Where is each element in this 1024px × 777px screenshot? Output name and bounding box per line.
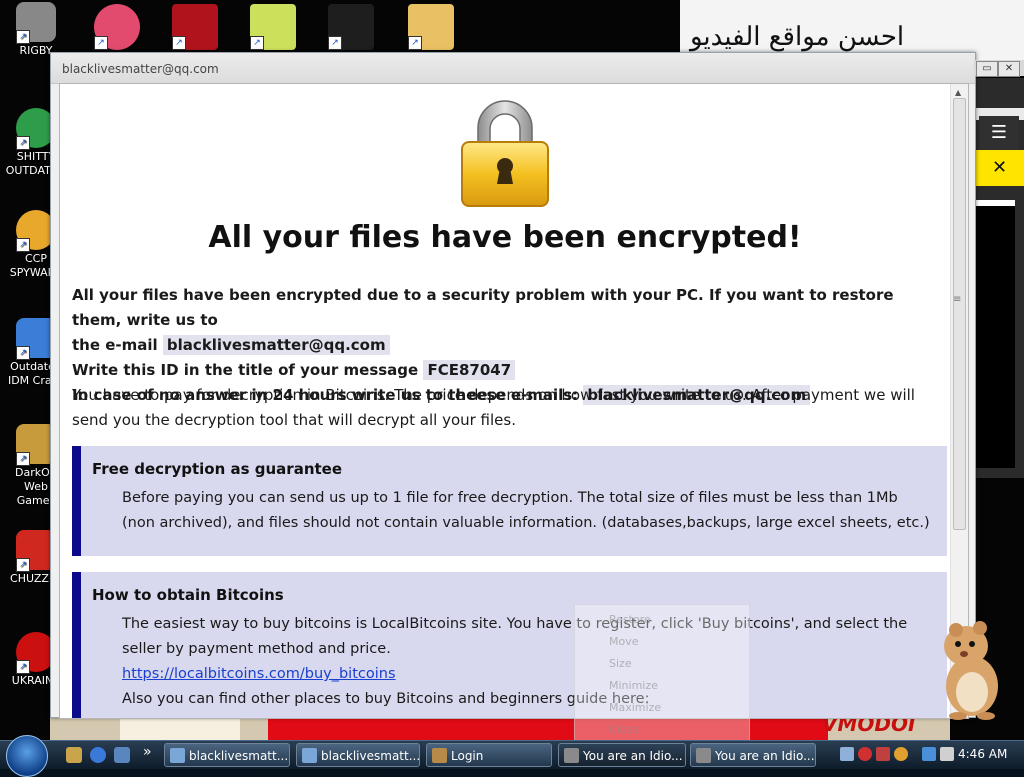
contact-email[interactable]: blacklivesmatter@qq.com [162,335,390,355]
taskbar-button[interactable]: blacklivesmatt... [296,743,420,767]
shortcut-arrow-icon: ↗ [328,36,342,50]
bitcoin-heading: How to obtain Bitcoins [92,586,284,604]
pinball-p-icon[interactable]: ↗ [94,4,140,50]
hamburger-menu-icon: ☰ [979,116,1019,150]
shortcut-arrow-icon: ↗ [16,238,30,252]
clock[interactable]: 4:46 AM [958,747,1007,761]
cmd-icon[interactable]: ↗ [328,4,374,50]
taskbar-app-icon [696,748,711,763]
bitcoin-box: How to obtain Bitcoins The easiest way t… [72,572,947,718]
intro-line-2: the e-mail [72,336,158,354]
taskbar-app-icon [564,748,579,763]
note-frame: All your files have been encrypted! All … [59,83,969,719]
background-browser-panel: ☰ ✕ [975,78,1024,478]
note-content: All your files have been encrypted! All … [60,84,950,718]
ie-icon[interactable] [90,747,106,763]
taskbar-app-icon [432,748,447,763]
tray-icon-1[interactable] [840,747,854,761]
shortcut-arrow-icon: ↗ [172,36,186,50]
victim-id[interactable]: FCE87047 [423,360,516,380]
free-decryption-heading: Free decryption as guarantee [92,460,343,478]
tray-icon-3[interactable] [876,747,890,761]
window-titlebar[interactable]: blacklivesmatter@qq.com [51,53,975,84]
headline: All your files have been encrypted! [208,220,802,255]
free-decryption-text: Before paying you can send us up to 1 fi… [122,490,930,531]
close-button[interactable]: ✕ [998,61,1020,77]
taskbar-button[interactable]: You are an Idio... [558,743,686,767]
shortcut-arrow-icon: ↗ [16,136,30,150]
taskbar: » blacklivesmatt... blacklivesmatt... Logi… [0,735,1024,777]
quicklaunch-overflow-icon[interactable]: » [143,744,152,760]
localbitcoins-link[interactable]: https://localbitcoins.com/buy_bitcoins [122,666,396,682]
taskbar-button-label: You are an Idio... [715,749,815,763]
shortcut-arrow-icon: ↗ [94,36,108,50]
restore-button[interactable]: ▭ [976,61,998,77]
scroll-grip-icon: ≡ [953,294,962,305]
faded-menu-item: Move [609,635,639,648]
window-controls: ▭ ✕ [974,60,1024,77]
flash-icon[interactable]: ↗ [172,4,218,50]
id-label: Write this ID in the title of your messa… [72,361,419,379]
window-title: blacklivesmatter@qq.com [62,62,219,76]
faded-menu-item: Close [609,723,639,736]
scroll-thumb[interactable] [953,98,966,530]
quicklaunch-icon-1[interactable] [66,747,82,763]
start-button[interactable] [6,735,48,777]
free-decryption-box: Free decryption as guarantee Before payi… [72,446,947,556]
tray-volume-icon[interactable] [940,747,954,761]
shortcut-arrow-icon: ↗ [408,36,422,50]
taskbar-button-label: You are an Idio... [583,749,683,763]
tray-network-icon[interactable] [922,747,936,761]
taskbar-app-icon [170,748,185,763]
taskbar-button-label: blacklivesmatt... [189,749,289,763]
bitcoin-text: The easiest way to buy bitcoins is Local… [122,612,934,712]
padlock-icon [461,100,549,207]
faded-menu-item: Size [609,657,632,670]
background-wave [120,716,240,740]
rigby-shortcut[interactable]: ↗ RIGBY [4,2,68,58]
taskbar-button[interactable]: blacklivesmatt... [164,743,290,767]
intro-line-1: All your files have been encrypted due t… [72,286,894,329]
shortcut-arrow-icon: ↗ [250,36,264,50]
hamster-icon [944,621,998,720]
show-desktop-icon[interactable] [114,747,130,763]
background-video-banner: احسن مواقع الفيديو [680,0,1024,60]
ransom-note-window[interactable]: blacklivesmatter@qq.com All your files h… [50,52,976,719]
taskbar-button[interactable]: You are an Idio... [690,743,816,767]
taskbar-app-icon [302,748,317,763]
scroll-up-arrow-icon[interactable]: ▲ [955,88,961,97]
taskbar-button-label: blacklivesmatt... [321,749,420,763]
hxd-icon[interactable]: ↗ [250,4,296,50]
background-arabic-text: احسن مواقع الفيديو [690,22,905,52]
payment-paragraph: You have to pay for decryption in Bitcoi… [72,386,915,429]
faded-menu-item: Maximize [609,701,662,714]
bitcoin-instructions: The easiest way to buy bitcoins is Local… [122,616,908,657]
shortcut-arrow-icon: ↗ [16,452,30,466]
taskbar-button[interactable]: Login [426,743,552,767]
tray-shield-icon[interactable] [858,747,872,761]
folder-icon[interactable]: ↗ [408,4,454,50]
tray-search-icon[interactable] [894,747,908,761]
shortcut-arrow-icon: ↗ [16,660,30,674]
taskbar-button-label: Login [451,749,484,763]
shortcut-arrow-icon: ↗ [16,30,30,44]
shortcut-arrow-icon: ↗ [16,346,30,360]
close-banner-icon: ✕ [975,150,1024,186]
faded-menu-item: Restore [609,613,651,626]
shortcut-arrow-icon: ↗ [16,558,30,572]
faded-menu-item: Minimize [609,679,658,692]
faded-context-menu: Restore Move Size Minimize Maximize Close [574,604,750,754]
bitcoin-more-text: Also you can find other places to buy Bi… [122,691,650,707]
